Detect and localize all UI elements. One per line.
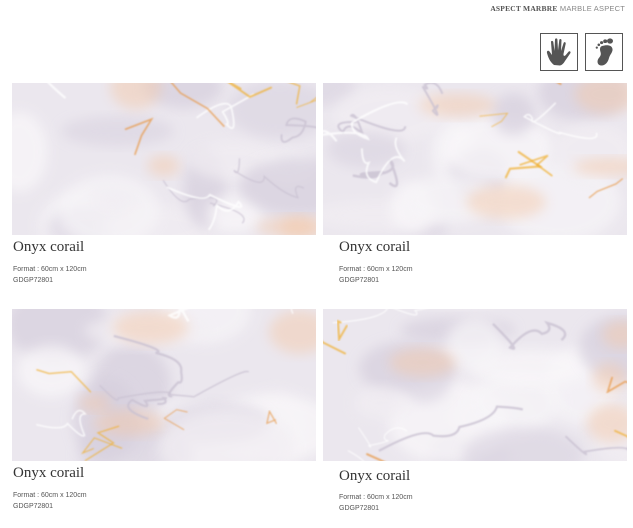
product-meta: Format : 60cm x 120cm GDGP72801	[339, 264, 413, 286]
product-format: Format : 60cm x 120cm	[13, 266, 87, 273]
product-image[interactable]	[12, 83, 316, 235]
section-title-fr: ASPECT MARBRE	[490, 4, 558, 13]
hand-icon-box	[540, 33, 578, 71]
product-code: GDGP72801	[339, 277, 380, 284]
product-format: Format : 60cm x 120cm	[339, 266, 413, 273]
product-image[interactable]	[323, 309, 627, 461]
product-image[interactable]	[12, 309, 316, 461]
marble-texture	[323, 309, 627, 461]
product-code: GDGP72801	[13, 277, 54, 284]
product-code: GDGP72801	[339, 505, 380, 512]
product-name: Onyx corail	[13, 465, 85, 481]
product-code: GDGP72801	[13, 503, 54, 510]
foot-icon-box	[585, 33, 623, 71]
product-meta: Format : 60cm x 120cm GDGP72801	[13, 490, 87, 512]
product-meta: Format : 60cm x 120cm GDGP72801	[339, 492, 413, 514]
product-name: Onyx corail	[339, 468, 411, 484]
section-title-en: MARBLE ASPECT	[559, 4, 625, 13]
product-format: Format : 60cm x 120cm	[13, 492, 87, 499]
marble-texture	[323, 83, 627, 235]
section-header: ASPECT MARBRE MARBLE ASPECT	[490, 4, 625, 13]
foot-icon	[595, 38, 613, 66]
product-image[interactable]	[323, 83, 627, 235]
product-name: Onyx corail	[339, 239, 411, 255]
marble-texture	[12, 83, 316, 235]
product-meta: Format : 60cm x 120cm GDGP72801	[13, 264, 87, 286]
product-format: Format : 60cm x 120cm	[339, 494, 413, 501]
marble-texture	[12, 309, 316, 461]
product-name: Onyx corail	[13, 239, 85, 255]
hand-icon	[546, 38, 571, 66]
